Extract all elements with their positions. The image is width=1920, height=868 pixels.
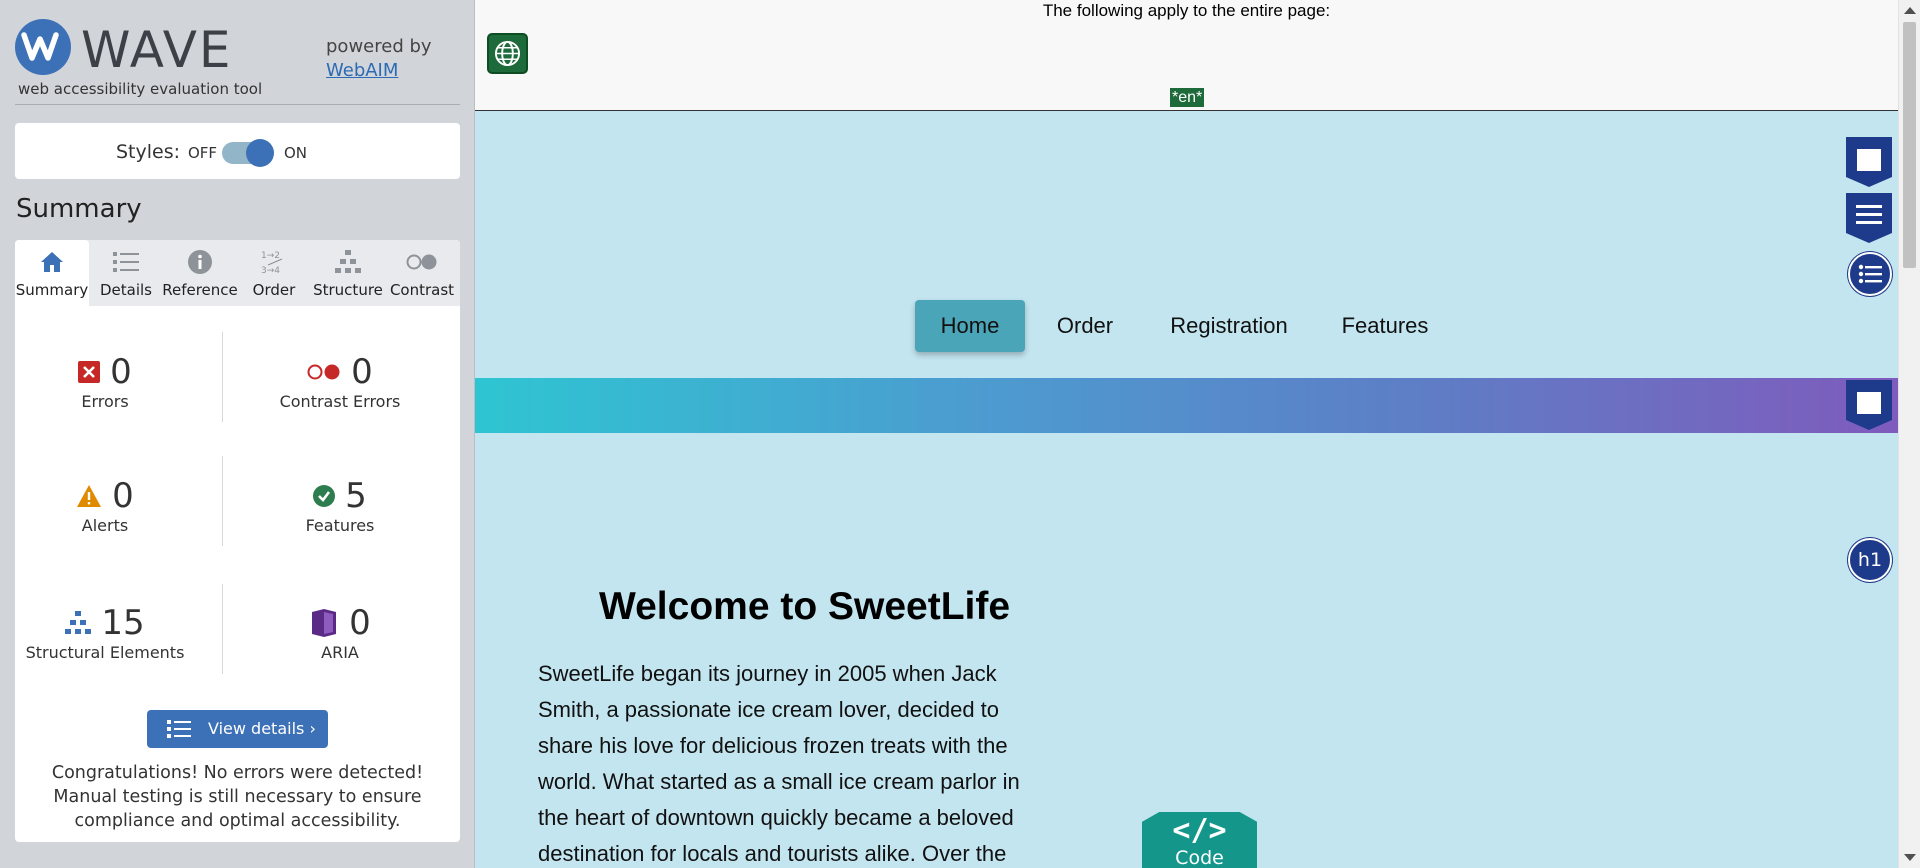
tab-structure[interactable]: Structure <box>311 240 385 306</box>
contrast-errors-label: Contrast Errors <box>279 392 401 411</box>
error-icon <box>78 361 101 383</box>
info-icon <box>163 249 237 275</box>
page-scrollbar[interactable] <box>1898 0 1920 868</box>
powered-by: powered by WebAIM <box>326 35 432 83</box>
stats-divider <box>222 332 223 422</box>
stats-divider <box>222 584 223 674</box>
stat-contrast-errors[interactable]: 0 Contrast Errors <box>245 352 435 411</box>
styles-off-label: OFF <box>188 144 218 162</box>
wave-sidebar: WAVE web accessibility evaluation tool p… <box>0 0 475 868</box>
styles-toggle[interactable] <box>222 139 274 167</box>
styles-toggle-box: Styles: OFF ON <box>15 123 460 179</box>
errors-label: Errors <box>81 392 129 411</box>
stat-errors[interactable]: 0 Errors <box>45 352 165 411</box>
congrats-message: Congratulations! No errors were detected… <box>51 763 424 831</box>
alerts-count: 0 <box>112 476 134 516</box>
alerts-label: Alerts <box>81 516 129 535</box>
wave-logo-text: WAVE <box>81 21 233 79</box>
aria-label: ARIA <box>321 643 359 662</box>
errors-count: 0 <box>110 352 132 392</box>
tab-order[interactable]: 1→2 3→4 Order <box>237 240 311 306</box>
svg-text:1→2: 1→2 <box>261 251 280 261</box>
list-icon <box>89 249 163 275</box>
list-icon <box>167 720 191 738</box>
aria-cube-icon <box>312 609 337 637</box>
nav-features[interactable]: Features <box>1330 300 1440 352</box>
aria-region-icon[interactable] <box>1846 380 1892 430</box>
main-nav: Home Order Registration Features <box>475 300 1898 356</box>
aria-list-icon[interactable] <box>1846 193 1892 243</box>
contrast-errors-count: 0 <box>351 352 373 392</box>
styles-on-label: ON <box>284 144 308 162</box>
h1-heading-icon[interactable]: h1 <box>1848 538 1892 582</box>
page-heading: Welcome to SweetLife <box>599 585 1011 628</box>
alert-icon <box>77 485 102 507</box>
code-label: Code <box>1175 847 1224 868</box>
summary-heading: Summary <box>16 194 142 224</box>
scrollbar-thumb[interactable] <box>1903 22 1916 268</box>
nav-registration[interactable]: Registration <box>1159 300 1299 352</box>
order-icon: 1→2 3→4 <box>237 249 311 276</box>
webaim-link[interactable]: WebAIM <box>326 59 432 83</box>
hero-gradient-band <box>475 378 1898 433</box>
tab-details[interactable]: Details <box>89 240 163 306</box>
tab-contrast-label: Contrast <box>389 281 455 299</box>
language-tag: *en* <box>1170 88 1205 107</box>
features-label: Features <box>305 516 375 535</box>
language-globe-icon[interactable] <box>487 33 528 74</box>
structural-label: Structural Elements <box>25 643 185 662</box>
svg-text:3→4: 3→4 <box>261 266 280 276</box>
scroll-down-arrow-icon[interactable] <box>1904 854 1916 861</box>
code-toggle-button[interactable]: </> Code <box>1142 812 1257 868</box>
stats-divider <box>222 456 223 546</box>
unordered-list-icon[interactable] <box>1848 252 1892 296</box>
stat-structural[interactable]: 15 Structural Elements <box>20 603 190 662</box>
features-count: 5 <box>345 476 367 516</box>
tab-summary[interactable]: Summary <box>15 240 89 306</box>
aria-region-icon[interactable] <box>1846 137 1892 187</box>
aria-count: 0 <box>349 603 371 643</box>
contrast-icon <box>385 249 459 275</box>
tab-contrast[interactable]: Contrast <box>385 240 459 306</box>
structural-count: 15 <box>101 603 145 643</box>
home-icon <box>15 249 89 275</box>
structure-icon <box>65 611 92 634</box>
structure-icon <box>311 249 385 275</box>
nav-home[interactable]: Home <box>915 300 1025 352</box>
view-details-label: View details › <box>208 719 316 738</box>
powered-by-label: powered by <box>326 36 432 57</box>
wave-logo-icon <box>15 19 71 75</box>
styles-toggle-knob[interactable] <box>246 139 274 167</box>
view-details-button[interactable]: View details › <box>147 710 328 748</box>
styles-label: Styles: <box>116 141 181 163</box>
wave-header: WAVE web accessibility evaluation tool p… <box>15 17 460 105</box>
nav-order[interactable]: Order <box>1045 300 1125 352</box>
page-content: The following apply to the entire page: … <box>475 0 1898 868</box>
stat-features[interactable]: 5 Features <box>245 476 435 535</box>
tab-reference[interactable]: Reference <box>162 240 238 306</box>
summary-panel: Summary Details Reference 1→23→4 Order <box>15 240 460 842</box>
contrast-error-icon <box>307 364 340 380</box>
code-icon: </> <box>1172 813 1227 848</box>
wave-tagline: web accessibility evaluation tool <box>18 80 263 98</box>
wave-tabs: Summary Details Reference 1→23→4 Order <box>15 240 460 306</box>
page-notice-bar: The following apply to the entire page: … <box>475 0 1898 111</box>
scroll-up-arrow-icon[interactable] <box>1904 7 1916 14</box>
intro-paragraph: SweetLife began its journey in 2005 when… <box>538 661 1020 866</box>
page-notice-text: The following apply to the entire page: <box>1042 1 1331 20</box>
stat-alerts[interactable]: 0 Alerts <box>45 476 165 535</box>
stat-aria[interactable]: 0 ARIA <box>245 603 435 662</box>
feature-check-icon <box>313 485 336 507</box>
